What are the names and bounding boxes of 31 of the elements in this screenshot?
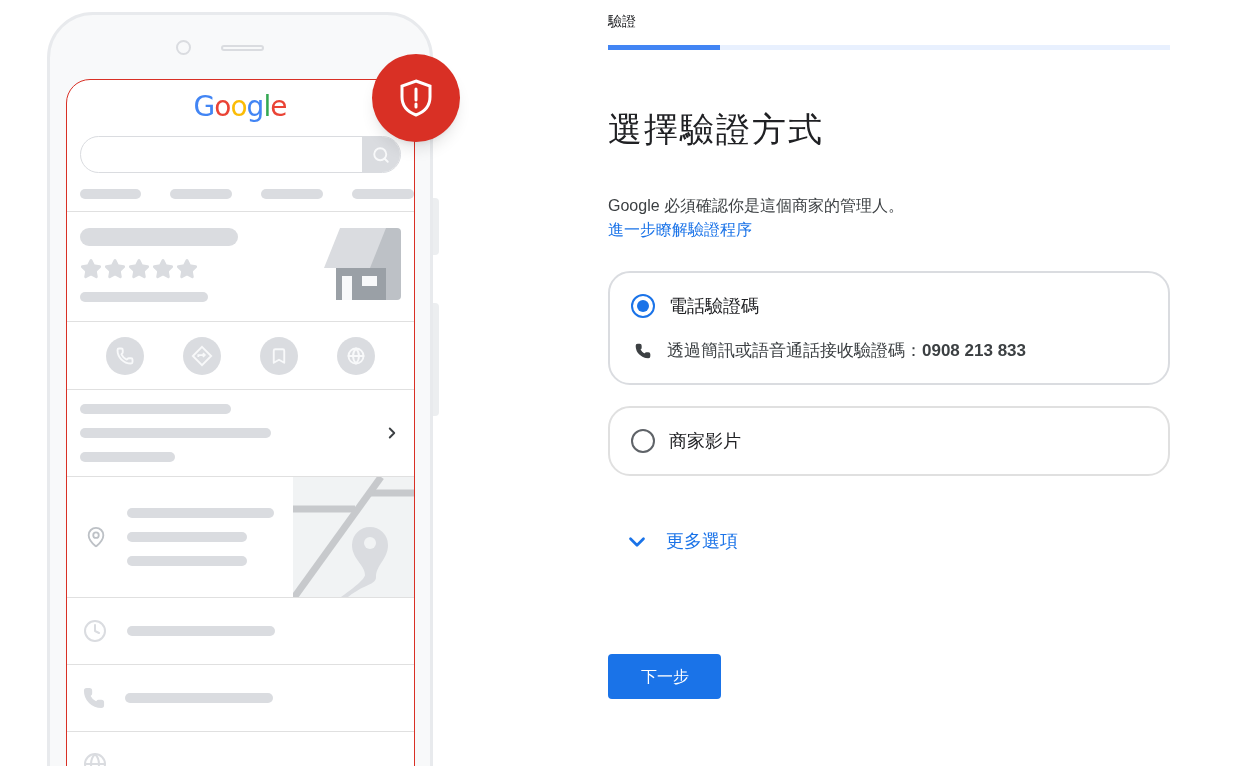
option-detail: 透過簡訊或語音通話接收驗證碼：0908 213 833: [667, 340, 1026, 362]
phone-icon: [105, 336, 144, 375]
clock-icon: [82, 619, 107, 643]
description: Google 必須確認你是這個商家的管理人。: [608, 196, 906, 216]
camera-icon: [176, 40, 191, 55]
option-card[interactable]: 電話驗證碼 透過簡訊或語音通話接收驗證碼：0908 213 833: [608, 271, 1170, 385]
phone-icon: [635, 343, 651, 359]
directions-icon: [182, 336, 221, 375]
page-title: 選擇驗證方式: [608, 109, 825, 150]
option-card[interactable]: 商家影片: [608, 406, 1170, 476]
phone-icon: [82, 687, 105, 709]
search-icon: [371, 145, 390, 164]
star-icon: [151, 258, 174, 280]
speaker-icon: [221, 44, 264, 51]
storefront-icon: [323, 228, 401, 300]
globe-icon: [336, 336, 375, 375]
radio-button[interactable]: [631, 429, 655, 453]
learn-more-link[interactable]: 進一步瞭解驗證程序: [608, 218, 752, 242]
more-options-button[interactable]: 更多選項: [608, 522, 738, 561]
star-icon: [127, 258, 150, 280]
google-logo: Google: [193, 90, 287, 125]
radio-button[interactable]: [631, 294, 655, 318]
star-icon: [79, 258, 102, 280]
bookmark-icon: [259, 336, 298, 375]
option-label: 電話驗證碼: [669, 295, 759, 318]
option-label: 商家影片: [669, 430, 741, 453]
star-icon: [175, 258, 198, 280]
next-button[interactable]: 下一步: [608, 654, 721, 699]
shield-alert-icon: [399, 79, 433, 117]
star-icon: [103, 258, 126, 280]
step-label: 驗證: [608, 12, 637, 31]
